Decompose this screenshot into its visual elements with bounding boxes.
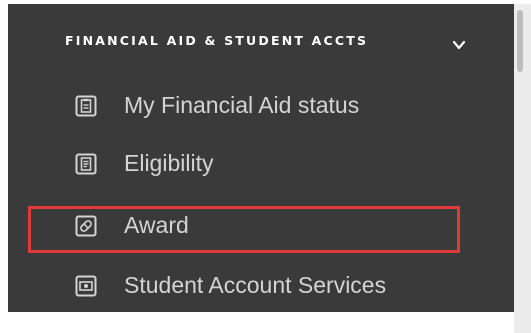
scrollbar-thumb[interactable] (517, 10, 523, 72)
nav-item-eligibility[interactable]: Eligibility (74, 150, 213, 177)
highlight-box (28, 206, 460, 253)
money-icon (74, 274, 98, 298)
nav-item-label: My Financial Aid status (124, 92, 360, 118)
document-icon (74, 152, 98, 176)
section-title: FINANCIAL AID & STUDENT ACCTS (65, 33, 369, 48)
nav-item-my-financial-aid-status[interactable]: My Financial Aid status (74, 92, 359, 119)
clipboard-icon (74, 94, 98, 118)
nav-item-label: Eligibility (124, 150, 214, 176)
chevron-down-icon[interactable] (452, 38, 466, 52)
nav-item-label: Student Account Services (124, 272, 387, 298)
nav-item-student-account-services[interactable]: Student Account Services (74, 272, 386, 299)
